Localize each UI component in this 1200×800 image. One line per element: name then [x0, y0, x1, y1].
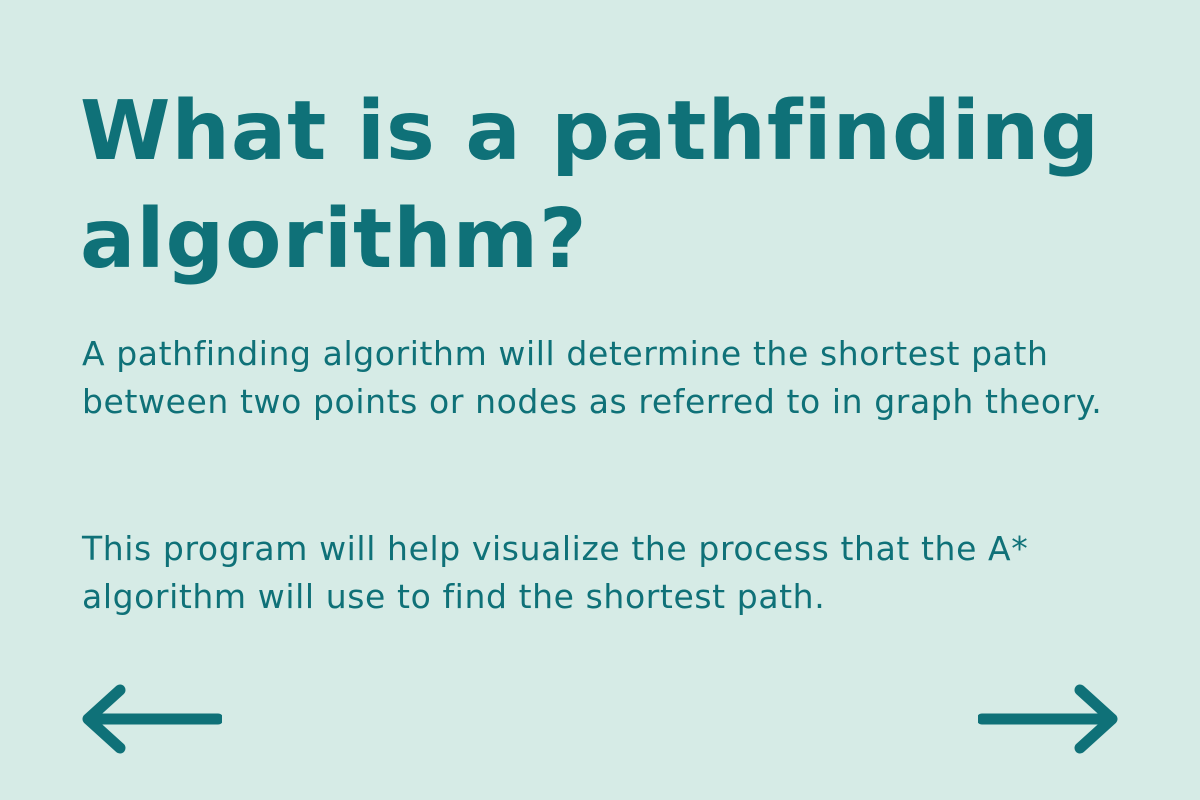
arrow-right-icon: [978, 684, 1118, 754]
slide: What is a pathfinding algorithm? A pathf…: [0, 0, 1200, 800]
page-title: What is a pathfinding algorithm?: [80, 84, 1100, 287]
arrow-left-icon: [82, 684, 222, 754]
next-button[interactable]: [978, 682, 1122, 758]
previous-button[interactable]: [78, 682, 222, 758]
description-paragraph-2: This program will help visualize the pro…: [82, 529, 1029, 616]
description-paragraph-1: A pathfinding algorithm will determine t…: [82, 334, 1103, 421]
